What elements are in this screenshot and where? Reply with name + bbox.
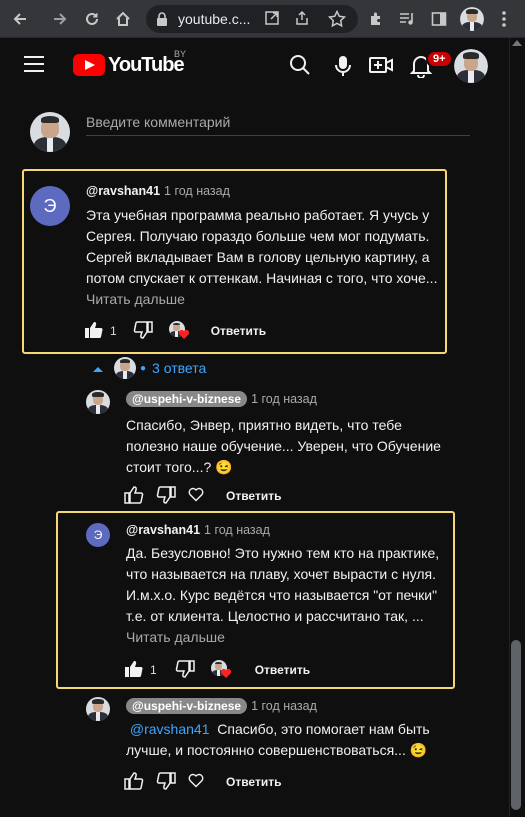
mention-link[interactable]: @ravshan41	[130, 721, 210, 737]
heart-icon[interactable]	[188, 487, 204, 505]
scrollbar-thumb[interactable]	[511, 640, 521, 810]
search-icon[interactable]	[289, 54, 313, 78]
like-icon[interactable]	[124, 771, 144, 793]
star-icon[interactable]	[327, 9, 347, 33]
share-icon[interactable]	[294, 10, 310, 31]
like-filled-icon[interactable]	[124, 660, 144, 681]
like-count: 1	[110, 324, 117, 338]
reply-time[interactable]: 1 год назад	[251, 699, 317, 713]
reply-time[interactable]: 1 год назад	[204, 523, 270, 537]
creator-reply-avatar	[114, 357, 136, 379]
media-control-icon[interactable]	[396, 7, 420, 31]
home-icon[interactable]	[111, 7, 135, 31]
reply-actions: Ответить	[124, 770, 281, 794]
comment-thread: Э @ravshan41 1 год назад Эта учебная прог…	[30, 178, 440, 348]
reply-button[interactable]: Ответить	[255, 663, 310, 677]
reply-item: @uspehi-v-biznese 1 год назад @ravshan41 …	[86, 695, 466, 805]
dislike-icon[interactable]	[175, 659, 195, 681]
heart-icon[interactable]	[188, 773, 204, 791]
dislike-icon[interactable]	[156, 771, 176, 793]
extensions-icon[interactable]	[364, 7, 388, 31]
reply-author-chip[interactable]: @uspehi-v-biznese	[126, 698, 248, 714]
back-icon[interactable]	[8, 7, 32, 31]
youtube-play-icon	[73, 54, 105, 76]
reply-author-chip[interactable]: @uspehi-v-biznese	[126, 391, 248, 407]
commenter-avatar[interactable]: Э	[30, 186, 70, 226]
separator-dot: ●	[140, 362, 147, 374]
replies-count: 3 ответа	[152, 360, 207, 376]
lock-icon[interactable]	[156, 12, 168, 31]
profile-icon[interactable]	[460, 7, 484, 31]
reply-button[interactable]: Ответить	[226, 489, 281, 503]
reply-item: Э @ravshan41 1 год назад Да. Безусловно! …	[86, 519, 451, 684]
reply-button[interactable]: Ответить	[211, 324, 266, 338]
dislike-icon[interactable]	[156, 485, 176, 507]
creator-heart-icon	[168, 321, 191, 341]
scroll-up-arrow-icon[interactable]	[512, 40, 522, 46]
create-video-icon[interactable]	[369, 54, 393, 78]
url-text: youtube.c...	[178, 11, 251, 27]
reply-text-block: @ravshan41 Спасибо, это помогает нам быт…	[126, 719, 456, 761]
youtube-header: YouTube BY 9+	[6, 38, 509, 94]
read-more-link[interactable]: Читать дальше	[86, 291, 185, 307]
reply-button[interactable]: Ответить	[226, 775, 281, 789]
notification-badge: 9+	[426, 50, 453, 68]
comment-time[interactable]: 1 год назад	[164, 184, 230, 198]
open-in-app-icon[interactable]	[264, 10, 280, 31]
like-icon[interactable]	[124, 485, 144, 507]
reply-author-avatar[interactable]	[86, 390, 110, 414]
comment-actions: 1 Ответить	[84, 319, 266, 343]
logo-text: YouTube	[108, 53, 185, 76]
reply-meta: @uspehi-v-biznese 1 год назад	[126, 391, 317, 407]
window-edge	[0, 38, 6, 817]
region-code: BY	[174, 49, 187, 59]
side-panel-icon[interactable]	[427, 7, 451, 31]
reply-actions: 1 Ответить	[124, 658, 310, 682]
reply-time[interactable]: 1 год назад	[251, 392, 317, 406]
like-count: 1	[150, 663, 157, 677]
chevron-up-icon	[92, 360, 104, 376]
reply-item: @uspehi-v-biznese 1 год назад Спасибо, Эн…	[86, 388, 466, 508]
reply-actions: Ответить	[124, 484, 281, 508]
comment-author[interactable]: @ravshan41	[86, 184, 160, 198]
add-comment-row: Введите комментарий	[30, 110, 470, 154]
dislike-icon[interactable]	[133, 320, 153, 342]
reply-author-avatar[interactable]	[86, 697, 110, 721]
microphone-icon[interactable]	[332, 54, 356, 78]
reply-text: Да. Безусловно! Это нужно тем кто на пра…	[126, 545, 440, 624]
reply-author[interactable]: @ravshan41	[126, 523, 200, 537]
like-filled-icon[interactable]	[84, 321, 104, 342]
reload-icon[interactable]	[80, 7, 104, 31]
forward-icon[interactable]	[48, 7, 72, 31]
reply-text: Спасибо, Энвер, приятно видеть, что тебе…	[126, 417, 441, 475]
account-avatar[interactable]	[454, 49, 488, 83]
comment-text: Эта учебная программа реально работает. …	[86, 207, 438, 286]
address-bar[interactable]: youtube.c...	[146, 5, 358, 33]
reply-meta: @uspehi-v-biznese 1 год назад	[126, 698, 317, 714]
menu-icon[interactable]	[492, 7, 516, 31]
hamburger-menu-icon[interactable]	[24, 56, 44, 72]
creator-heart-icon	[210, 660, 233, 680]
read-more-link[interactable]: Читать дальше	[126, 629, 225, 645]
replies-toggle[interactable]: ● 3 ответа	[92, 356, 206, 380]
browser-toolbar: youtube.c...	[0, 0, 525, 38]
reply-meta: @ravshan41 1 год назад	[126, 523, 270, 537]
reply-author-avatar[interactable]: Э	[86, 523, 110, 547]
comment-meta: @ravshan41 1 год назад	[86, 184, 230, 198]
youtube-logo[interactable]: YouTube BY	[73, 49, 186, 77]
user-avatar	[30, 112, 70, 152]
comment-input[interactable]: Введите комментарий	[86, 112, 470, 136]
